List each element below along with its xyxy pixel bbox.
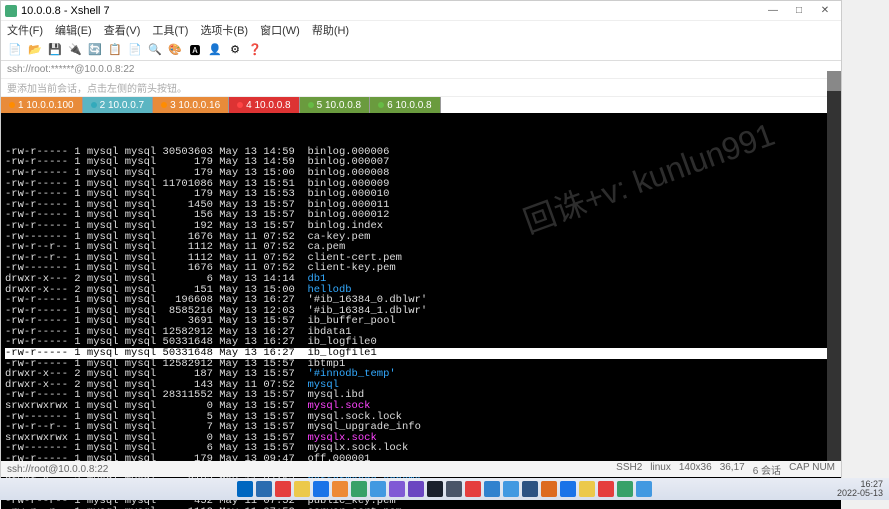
taskbar-app-18[interactable] <box>579 481 595 497</box>
clock-date: 2022-05-13 <box>837 489 883 498</box>
maximize-button[interactable]: □ <box>787 3 811 19</box>
close-button[interactable]: ✕ <box>813 3 837 19</box>
copy-icon[interactable]: 📋 <box>107 42 123 58</box>
menu-view[interactable]: 查看(V) <box>104 22 141 38</box>
user-icon[interactable]: 👤 <box>207 42 223 58</box>
taskbar-app-6[interactable] <box>351 481 367 497</box>
taskbar-app-9[interactable] <box>408 481 424 497</box>
status-os: linux <box>650 462 671 477</box>
taskbar-app-20[interactable] <box>617 481 633 497</box>
taskbar-app-14[interactable] <box>503 481 519 497</box>
session-tab-5[interactable]: 6 10.0.0.8 <box>370 97 440 113</box>
font-icon[interactable]: 🅰 <box>187 42 203 58</box>
status-sessions: 6 会话 <box>753 462 781 477</box>
taskbar-app-16[interactable] <box>541 481 557 497</box>
hint-bar: 要添加当前会话，点击左侧的箭头按钮。 <box>1 79 841 97</box>
taskbar-app-2[interactable] <box>275 481 291 497</box>
settings-icon[interactable]: ⚙ <box>227 42 243 58</box>
connect-icon[interactable]: 🔌 <box>67 42 83 58</box>
session-tab-2[interactable]: 3 10.0.0.16 <box>153 97 229 113</box>
menu-tabs[interactable]: 选项卡(B) <box>200 22 248 38</box>
window-title: 10.0.0.8 - Xshell 7 <box>21 5 761 17</box>
taskbar-app-3[interactable] <box>294 481 310 497</box>
file-row: -rw-r----- 1 mysql mysql 179 May 13 15:0… <box>5 168 837 179</box>
taskbar-app-21[interactable] <box>636 481 652 497</box>
menu-edit[interactable]: 编辑(E) <box>55 22 92 38</box>
help-icon[interactable]: ❓ <box>247 42 263 58</box>
toolbar: 📄 📂 💾 🔌 🔄 📋 📄 🔍 🎨 🅰 👤 ⚙ ❓ <box>1 39 841 61</box>
app-icon <box>5 5 17 17</box>
menu-file[interactable]: 文件(F) <box>7 22 43 38</box>
taskbar-app-13[interactable] <box>484 481 500 497</box>
taskbar-app-19[interactable] <box>598 481 614 497</box>
status-size: 140x36 <box>679 462 712 477</box>
terminal-scrollbar[interactable] <box>827 71 841 467</box>
address-bar[interactable]: ssh://root:******@10.0.0.8:22 <box>1 61 841 79</box>
address-text: ssh://root:******@10.0.0.8:22 <box>7 64 134 75</box>
file-row: -rw-r----- 1 mysql mysql 192 May 13 15:5… <box>5 221 837 232</box>
new-session-icon[interactable]: 📄 <box>7 42 23 58</box>
open-icon[interactable]: 📂 <box>27 42 43 58</box>
session-tabs: 1 10.0.0.1002 10.0.0.73 10.0.0.164 10.0.… <box>1 97 841 113</box>
paste-icon[interactable]: 📄 <box>127 42 143 58</box>
status-caps: CAP NUM <box>789 462 835 477</box>
minimize-button[interactable]: — <box>761 3 785 19</box>
session-tab-4[interactable]: 5 10.0.0.8 <box>300 97 370 113</box>
taskbar-app-17[interactable] <box>560 481 576 497</box>
hint-text: 要添加当前会话，点击左侧的箭头按钮。 <box>7 80 187 95</box>
session-tab-1[interactable]: 2 10.0.0.7 <box>83 97 153 113</box>
statusbar: ssh://root@10.0.0.8:22 SSH2 linux 140x36… <box>1 461 841 477</box>
menu-tools[interactable]: 工具(T) <box>152 22 188 38</box>
taskbar-app-7[interactable] <box>370 481 386 497</box>
taskbar-app-0[interactable] <box>237 481 253 497</box>
menu-help[interactable]: 帮助(H) <box>312 22 349 38</box>
taskbar-app-10[interactable] <box>427 481 443 497</box>
windows-taskbar[interactable]: 16:27 2022-05-13 <box>0 478 889 500</box>
scrollbar-thumb[interactable] <box>827 71 841 91</box>
taskbar-app-4[interactable] <box>313 481 329 497</box>
taskbar-app-11[interactable] <box>446 481 462 497</box>
status-proto: SSH2 <box>616 462 642 477</box>
taskbar-app-1[interactable] <box>256 481 272 497</box>
xshell-window: 10.0.0.8 - Xshell 7 — □ ✕ 文件(F) 编辑(E) 查看… <box>0 0 842 478</box>
taskbar-app-8[interactable] <box>389 481 405 497</box>
reconnect-icon[interactable]: 🔄 <box>87 42 103 58</box>
file-row: drwxr-x--- 2 mysql mysql 6 May 13 14:14 … <box>5 274 837 285</box>
titlebar: 10.0.0.8 - Xshell 7 — □ ✕ <box>1 1 841 21</box>
color-icon[interactable]: 🎨 <box>167 42 183 58</box>
system-clock[interactable]: 16:27 2022-05-13 <box>837 480 883 498</box>
status-cursor: 36,17 <box>720 462 745 477</box>
find-icon[interactable]: 🔍 <box>147 42 163 58</box>
terminal[interactable]: 回诛+v: kunlun991 -rw-r----- 1 mysql mysql… <box>1 113 841 509</box>
menubar: 文件(F) 编辑(E) 查看(V) 工具(T) 选项卡(B) 窗口(W) 帮助(… <box>1 21 841 39</box>
taskbar-app-5[interactable] <box>332 481 348 497</box>
save-icon[interactable]: 💾 <box>47 42 63 58</box>
taskbar-app-15[interactable] <box>522 481 538 497</box>
taskbar-app-12[interactable] <box>465 481 481 497</box>
menu-window[interactable]: 窗口(W) <box>260 22 300 38</box>
session-tab-3[interactable]: 4 10.0.0.8 <box>229 97 299 113</box>
session-tab-0[interactable]: 1 10.0.0.100 <box>1 97 83 113</box>
status-left: ssh://root@10.0.0.8:22 <box>7 464 108 475</box>
